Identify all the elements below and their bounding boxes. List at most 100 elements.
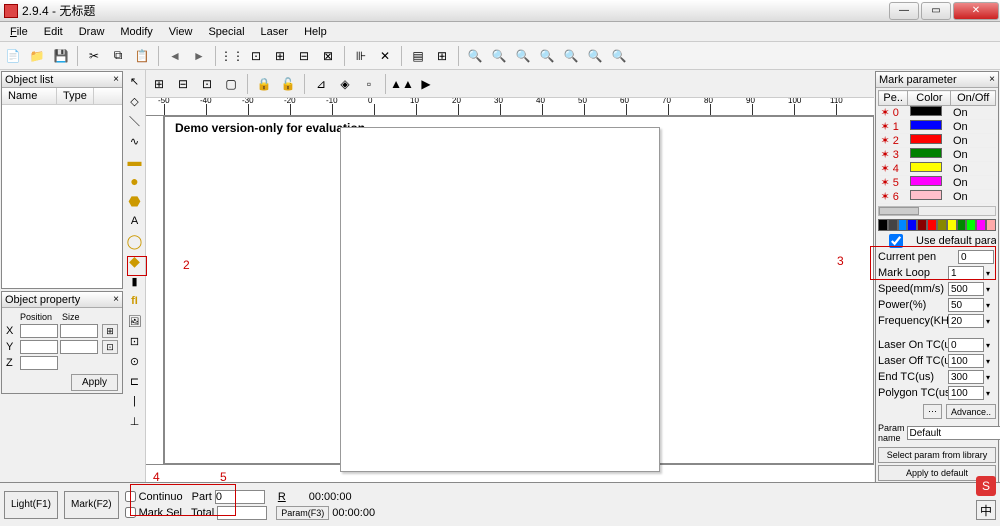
menu-edit[interactable]: Edit — [36, 24, 71, 40]
menu-view[interactable]: View — [161, 24, 201, 40]
pen-row[interactable]: ✶ 4On — [879, 162, 996, 176]
text-tool-icon[interactable]: A — [126, 212, 144, 230]
align2-icon[interactable]: ⊿ — [310, 73, 332, 95]
cut-icon[interactable]: ✂ — [83, 45, 105, 67]
palette-swatch[interactable] — [937, 219, 947, 231]
advance-button[interactable]: Advance.. — [946, 404, 996, 419]
zoom-out-icon[interactable]: 🔍 — [512, 45, 534, 67]
star-tool-icon[interactable]: ◆ — [126, 252, 144, 270]
tools-icon[interactable]: ✕ — [374, 45, 396, 67]
circle-tool-icon[interactable]: ● — [126, 172, 144, 190]
mirror-v-icon[interactable]: ▶ — [415, 73, 437, 95]
center-icon[interactable]: ◈ — [334, 73, 356, 95]
maximize-button[interactable]: ▭ — [921, 2, 951, 20]
col-type[interactable]: Type — [57, 88, 94, 104]
palette-swatch[interactable] — [966, 219, 976, 231]
barcode-tool-icon[interactable]: ▮ — [126, 272, 144, 290]
palette-swatch[interactable] — [986, 219, 996, 231]
new-icon[interactable]: 📄 — [2, 45, 24, 67]
lock-aspect-icon[interactable]: ⊞ — [102, 324, 118, 338]
input-tool-icon[interactable]: ⊏ — [126, 372, 144, 390]
snap3-icon[interactable]: ⊟ — [293, 45, 315, 67]
curve-tool-icon[interactable]: ∿ — [126, 132, 144, 150]
ellipse-tool-icon[interactable]: ◯ — [126, 232, 144, 250]
close-button[interactable]: ✕ — [953, 2, 999, 20]
snap2-icon[interactable]: ⊞ — [269, 45, 291, 67]
rect-tool-icon[interactable]: ▬ — [126, 152, 144, 170]
menu-modify[interactable]: Modify — [112, 24, 160, 40]
paste-icon[interactable]: 📋 — [131, 45, 153, 67]
snap4-icon[interactable]: ⊠ — [317, 45, 339, 67]
open-icon[interactable]: 📁 — [26, 45, 48, 67]
menu-help[interactable]: Help — [296, 24, 335, 40]
ungroup-icon[interactable]: ▢ — [220, 73, 242, 95]
part-input[interactable] — [215, 490, 265, 504]
col-name[interactable]: Name — [2, 88, 57, 104]
pen-col[interactable]: Pe.. — [879, 91, 908, 106]
palette-swatch[interactable] — [878, 219, 888, 231]
more-button[interactable]: ⋯ — [923, 404, 942, 419]
unlock-icon[interactable]: 🔓 — [277, 73, 299, 95]
palette-swatch[interactable] — [947, 219, 957, 231]
undo-icon[interactable]: ◄ — [164, 45, 186, 67]
palette-swatch[interactable] — [898, 219, 908, 231]
pen-row[interactable]: ✶ 0On — [879, 106, 996, 120]
pen-row[interactable]: ✶ 5On — [879, 176, 996, 190]
fi-tool-icon[interactable]: fI — [126, 292, 144, 310]
list-icon[interactable]: ▤ — [407, 45, 429, 67]
polygon-tool-icon[interactable]: ⬣ — [126, 192, 144, 210]
end-tc-input[interactable] — [948, 370, 984, 384]
select-all-icon[interactable]: ⊞ — [148, 73, 170, 95]
pen-row[interactable]: ✶ 2On — [879, 134, 996, 148]
x-pos-input[interactable] — [20, 324, 58, 338]
panel-close-icon[interactable]: × — [113, 74, 119, 85]
speed-input[interactable] — [948, 282, 984, 296]
continuo-checkbox[interactable] — [125, 491, 136, 502]
mark-button[interactable]: Mark(F2) — [64, 491, 119, 519]
z-input[interactable] — [20, 356, 58, 370]
color-palette[interactable] — [878, 219, 996, 231]
zoom-sel-icon[interactable]: 🔍 — [560, 45, 582, 67]
palette-swatch[interactable] — [927, 219, 937, 231]
y-size-input[interactable] — [60, 340, 98, 354]
copy-icon[interactable]: ⧉ — [107, 45, 129, 67]
panel-close-icon[interactable]: × — [113, 294, 119, 305]
align-icon[interactable]: ⊪ — [350, 45, 372, 67]
zoom-in-icon[interactable]: 🔍 — [488, 45, 510, 67]
use-default-checkbox[interactable] — [878, 234, 914, 248]
palette-swatch[interactable] — [907, 219, 917, 231]
canvas[interactable]: Demo version-only for evaluation — [164, 116, 874, 464]
menu-file[interactable]: File — [2, 24, 36, 40]
color-col[interactable]: Color — [908, 91, 951, 106]
timer-tool-icon[interactable]: ⊙ — [126, 352, 144, 370]
marksel-checkbox[interactable] — [125, 507, 136, 518]
pointer-tool-icon[interactable]: ↖ — [126, 72, 144, 90]
polygon-tc-input[interactable] — [948, 386, 984, 400]
zoom-fit-icon[interactable]: 🔍 — [536, 45, 558, 67]
laser-on-input[interactable] — [948, 338, 984, 352]
save-icon[interactable]: 💾 — [50, 45, 72, 67]
y-pos-input[interactable] — [20, 340, 58, 354]
node-icon[interactable]: ⋮⋮ — [221, 45, 243, 67]
palette-swatch[interactable] — [888, 219, 898, 231]
minimize-button[interactable]: — — [889, 2, 919, 20]
current-pen-input[interactable] — [958, 250, 994, 264]
distribute-icon[interactable]: ▫ — [358, 73, 380, 95]
onoff-col[interactable]: On/Off — [951, 91, 996, 106]
group-icon[interactable]: ⊡ — [196, 73, 218, 95]
panel-close-icon[interactable]: × — [989, 74, 995, 85]
palette-swatch[interactable] — [957, 219, 967, 231]
vector-tool-icon[interactable]: ⊡ — [126, 332, 144, 350]
param-name-input[interactable] — [907, 426, 1000, 440]
image-tool-icon[interactable]: 🖼 — [126, 312, 144, 330]
pen-row[interactable]: ✶ 1On — [879, 120, 996, 134]
mirror-h-icon[interactable]: ▲▲ — [391, 73, 413, 95]
palette-swatch[interactable] — [976, 219, 986, 231]
redo-icon[interactable]: ► — [188, 45, 210, 67]
select-param-lib-button[interactable]: Select param from library — [878, 447, 996, 463]
select-inv-icon[interactable]: ⊟ — [172, 73, 194, 95]
laser-off-input[interactable] — [948, 354, 984, 368]
extend1-icon[interactable]: | — [126, 392, 144, 410]
power-input[interactable] — [948, 298, 984, 312]
lock-icon[interactable]: 🔒 — [253, 73, 275, 95]
